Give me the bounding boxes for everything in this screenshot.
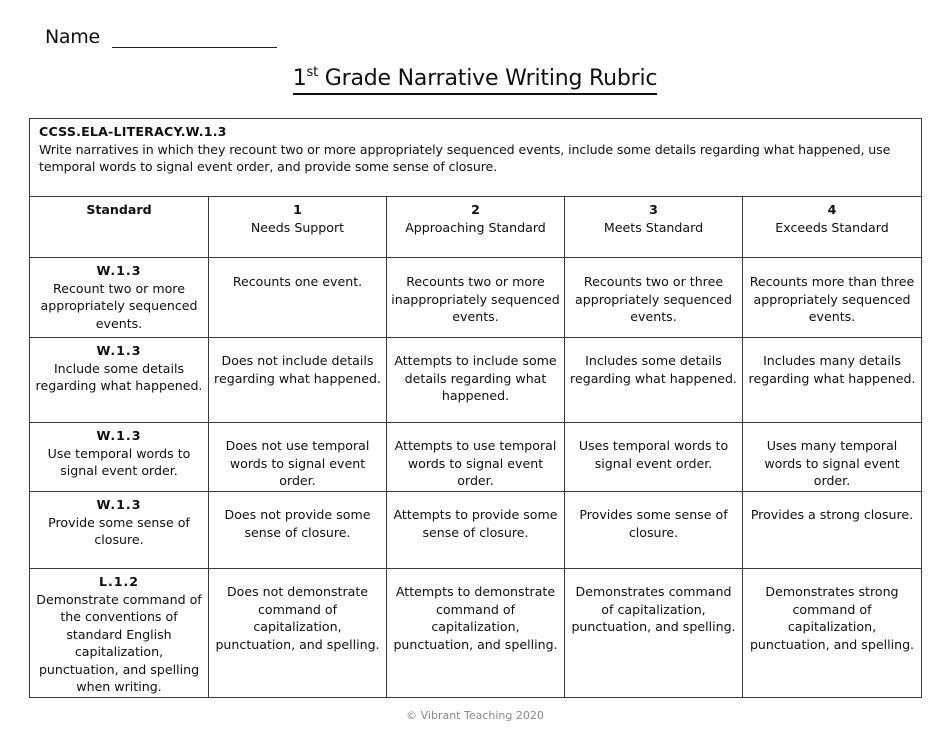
page-title: 1st Grade Narrative Writing Rubric	[0, 66, 950, 95]
rubric-table: CCSS.ELA-LITERACY.W.1.3 Write narratives…	[29, 118, 922, 698]
level-4-cell: Provides a strong closure.	[742, 491, 922, 569]
standard-cell: W.1.3 Use temporal words to signal event…	[29, 422, 209, 492]
level-label: Needs Support	[250, 219, 345, 235]
title-superscript: st	[306, 65, 319, 80]
level-1-cell: Does not include details regarding what …	[208, 337, 387, 423]
standard-description: Include some details regarding what happ…	[35, 360, 203, 394]
copyright-footer: © Vibrant Teaching 2020	[406, 709, 544, 722]
level-3-cell: Includes some details regarding what hap…	[564, 337, 743, 423]
level-3-cell: Recounts two or three appropriately sequ…	[564, 257, 743, 338]
level-number: 3	[649, 202, 658, 217]
standard-code: W.1.3	[96, 497, 142, 512]
standard-code: W.1.3	[96, 428, 142, 443]
intro-standard-code: CCSS.ELA-LITERACY.W.1.3	[39, 124, 227, 139]
level-label: Approaching Standard	[405, 219, 546, 235]
table-row: L.1.2 Demonstrate command of the convent…	[29, 568, 922, 698]
standard-description: Recount two or more appropriately sequen…	[40, 280, 198, 331]
title-grade-number: 1	[292, 66, 307, 91]
table-row: W.1.3 Include some details regarding wha…	[29, 337, 922, 423]
level-3-cell: Provides some sense of closure.	[564, 491, 743, 569]
level-4-cell: Demonstrates strong command of capitaliz…	[742, 568, 922, 698]
header-cell-level-2: 2 Approaching Standard	[386, 196, 565, 258]
standard-description: Demonstrate command of the conventions o…	[36, 591, 202, 695]
level-3-cell: Uses temporal words to signal event orde…	[564, 422, 743, 492]
intro-cell: CCSS.ELA-LITERACY.W.1.3 Write narratives…	[29, 118, 922, 197]
level-1-cell: Does not use temporal words to signal ev…	[208, 422, 387, 492]
name-label: Name	[45, 26, 100, 48]
standard-cell: L.1.2 Demonstrate command of the convent…	[29, 568, 209, 698]
level-1-cell: Recounts one event.	[208, 257, 387, 338]
header-cell-level-1: 1 Needs Support	[208, 196, 387, 258]
header-cell-standard: Standard	[29, 196, 209, 258]
standard-description: Use temporal words to signal event order…	[47, 445, 191, 479]
standard-code: L.1.2	[98, 574, 140, 589]
level-2-cell: Attempts to demonstrate command of capit…	[386, 568, 565, 698]
level-1-cell: Does not demonstrate command of capitali…	[208, 568, 387, 698]
level-2-cell: Recounts two or more inappropriately seq…	[386, 257, 565, 338]
header-row: Standard 1 Needs Support 2 Approaching S…	[29, 196, 922, 258]
level-2-cell: Attempts to use temporal words to signal…	[386, 422, 565, 492]
header-standard-label: Standard	[86, 202, 152, 217]
intro-row: CCSS.ELA-LITERACY.W.1.3 Write narratives…	[29, 118, 922, 197]
level-1-cell: Does not provide some sense of closure.	[208, 491, 387, 569]
level-2-cell: Attempts to include some details regardi…	[386, 337, 565, 423]
level-3-cell: Demonstrates command of capitalization, …	[564, 568, 743, 698]
level-2-cell: Attempts to provide some sense of closur…	[386, 491, 565, 569]
header-cell-level-3: 3 Meets Standard	[564, 196, 743, 258]
standard-cell: W.1.3 Include some details regarding wha…	[29, 337, 209, 423]
standard-cell: W.1.3 Recount two or more appropriately …	[29, 257, 209, 338]
table-row: W.1.3 Use temporal words to signal event…	[29, 422, 922, 492]
standard-code: W.1.3	[96, 263, 142, 278]
standard-description: Provide some sense of closure.	[48, 514, 190, 548]
header-cell-level-4: 4 Exceeds Standard	[742, 196, 922, 258]
table-row: W.1.3 Provide some sense of closure. Doe…	[29, 491, 922, 569]
title-rest: Grade Narrative Writing Rubric	[318, 66, 658, 91]
level-number: 2	[471, 202, 480, 217]
level-4-cell: Recounts more than three appropriately s…	[742, 257, 922, 338]
level-number: 4	[827, 202, 837, 217]
intro-standard-text: Write narratives in which they recount t…	[39, 141, 891, 175]
name-blank-line[interactable]	[111, 27, 277, 48]
standard-code: W.1.3	[96, 343, 142, 358]
level-4-cell: Includes many details regarding what hap…	[742, 337, 922, 423]
standard-cell: W.1.3 Provide some sense of closure.	[29, 491, 209, 569]
level-label: Exceeds Standard	[775, 219, 889, 235]
page-title-text: 1st Grade Narrative Writing Rubric	[292, 65, 658, 95]
level-number: 1	[293, 202, 302, 217]
table-row: W.1.3 Recount two or more appropriately …	[29, 257, 922, 338]
level-label: Meets Standard	[603, 219, 704, 235]
level-4-cell: Uses many temporal words to signal event…	[742, 422, 922, 492]
name-field: Name	[45, 26, 277, 48]
